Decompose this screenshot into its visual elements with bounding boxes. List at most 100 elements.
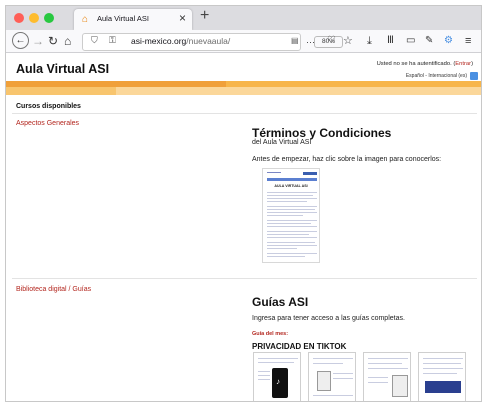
library-icon[interactable]: Ⅲ [387,33,394,49]
sidebar-icon[interactable]: ▭ [406,33,415,49]
guide-page-thumbnail[interactable] [308,352,356,401]
tiktok-phone-image: ♪ [272,368,288,398]
tab-aula-virtual[interactable]: ⌂ Aula Virtual ASI × [74,9,192,30]
guide-page-thumbnail[interactable] [363,352,411,401]
terms-document-thumbnail[interactable]: AULA VIRTUAL ASI [262,168,320,263]
doc-logo [267,172,281,173]
guide-of-month-label: Guía del mes: [252,331,289,337]
guide-line [333,378,353,379]
doc-line [267,223,311,224]
tiktok-logo-icon: ♪ [276,377,280,386]
guide-line [423,373,457,374]
back-icon[interactable]: ← [12,32,29,49]
url-bar[interactable]: ⛉ ⚿ asi-mexico.org/nuevaaula/ ▤ 80% [82,33,343,51]
reader-view-icon[interactable]: ▤ [291,36,299,45]
doc-line [267,212,317,213]
divider [12,278,477,279]
doc-line [267,248,297,249]
doc-line [267,256,305,257]
doc-line [267,226,317,227]
guide-line [333,373,353,374]
guide-line [258,358,298,359]
forward-icon[interactable]: → [32,33,44,49]
divider [12,113,477,114]
doc-line [267,242,315,243]
browser-window: ⌂ Aula Virtual ASI × + ← → ↻ ⌂ ⛉ ⚿ asi-m… [5,5,482,402]
guide-line [258,379,270,380]
menu-hamburger-icon[interactable]: ≡ [465,33,471,49]
login-link[interactable]: Entrar [455,61,471,67]
guide-figure [317,371,331,391]
terms-subtitle: del Aula Virtual ASI [252,139,312,146]
doc-line [267,215,303,216]
doc-title: AULA VIRTUAL ASI [274,184,308,188]
guide-line [368,377,388,378]
guide-banner [425,381,461,393]
doc-line [267,198,317,199]
doc-line [267,209,315,210]
guide-figure [392,375,408,397]
guide-line [313,358,353,359]
doc-line [267,231,317,232]
terms-instruction: Antes de empezar, haz clic sobre la imag… [252,156,442,163]
doc-banner [267,178,317,181]
guide-page-thumbnail[interactable] [418,352,466,401]
site-favicon-icon: ⌂ [82,14,89,25]
reload-icon[interactable]: ↻ [48,33,58,49]
minimize-window-icon[interactable] [29,13,39,23]
tab-close-icon[interactable]: × [179,11,186,25]
guide-line [258,371,270,372]
new-tab-icon[interactable]: + [200,7,209,25]
close-window-icon[interactable] [14,13,24,23]
url-host: asi-mexico.org [131,36,187,46]
lock-icon[interactable]: ⚿ [109,35,116,46]
guide-line [368,363,402,364]
doc-line [267,253,317,254]
tab-strip: ⌂ Aula Virtual ASI × + [6,6,481,30]
course-link-biblioteca-digital[interactable]: Biblioteca digital / Guías [16,286,91,293]
guide-line [423,358,463,359]
home-icon[interactable]: ⌂ [64,33,71,49]
page-content: Aula Virtual ASI Usted no se ha autentif… [6,53,481,401]
nav-bar: ← → ↻ ⌂ ⛉ ⚿ asi-mexico.org/nuevaaula/ ▤ … [6,30,481,53]
courses-heading: Cursos disponibles [16,103,81,110]
language-selector[interactable]: Español - Internacional (es) [406,73,467,79]
overflow-menu-icon[interactable]: ··· [306,34,315,50]
doc-line [267,234,309,235]
guides-instruction: Ingresa para tener acceso a las guías co… [252,315,405,322]
login-status: Usted no se ha autentificado. (Entrar) [377,61,473,67]
header-band-light-dark [6,87,116,95]
doc-badge [303,172,317,175]
language-go-button[interactable] [470,72,478,80]
url-text[interactable]: asi-mexico.org/nuevaaula/ [131,36,230,46]
login-close: ) [471,61,473,67]
pocket-icon[interactable]: ♡ [327,33,336,49]
guide-line [313,363,343,364]
download-icon[interactable]: ⤓ [367,33,372,49]
site-title[interactable]: Aula Virtual ASI [16,62,109,76]
account-icon[interactable]: ⚙ [444,33,453,49]
guide-line [368,368,408,369]
guides-title: Guías ASI [252,295,309,309]
url-path: /nuevaaula/ [186,36,231,46]
guide-line [423,363,461,364]
shield-icon[interactable]: ⛉ [91,35,98,46]
doc-line [267,237,317,238]
doc-line [267,206,317,207]
course-link-aspectos-generales[interactable]: Aspectos Generales [16,120,79,127]
doc-line [267,195,313,196]
guide-line [368,382,388,383]
guide-line [313,395,353,396]
tab-title: Aula Virtual ASI [97,14,149,23]
guide-title: PRIVACIDAD EN TIKTOK [252,342,347,351]
doc-line [267,192,317,193]
guide-line [258,362,294,363]
maximize-window-icon[interactable] [44,13,54,23]
login-text: Usted no se ha autentificado. ( [376,61,456,67]
guide-line [258,375,270,376]
guide-page-thumbnail[interactable]: ♪ [253,352,301,401]
bookmark-star-icon[interactable]: ☆ [343,33,353,49]
guide-line [368,358,408,359]
extension-icon[interactable]: ✎ [425,33,433,49]
guide-line [423,368,463,369]
